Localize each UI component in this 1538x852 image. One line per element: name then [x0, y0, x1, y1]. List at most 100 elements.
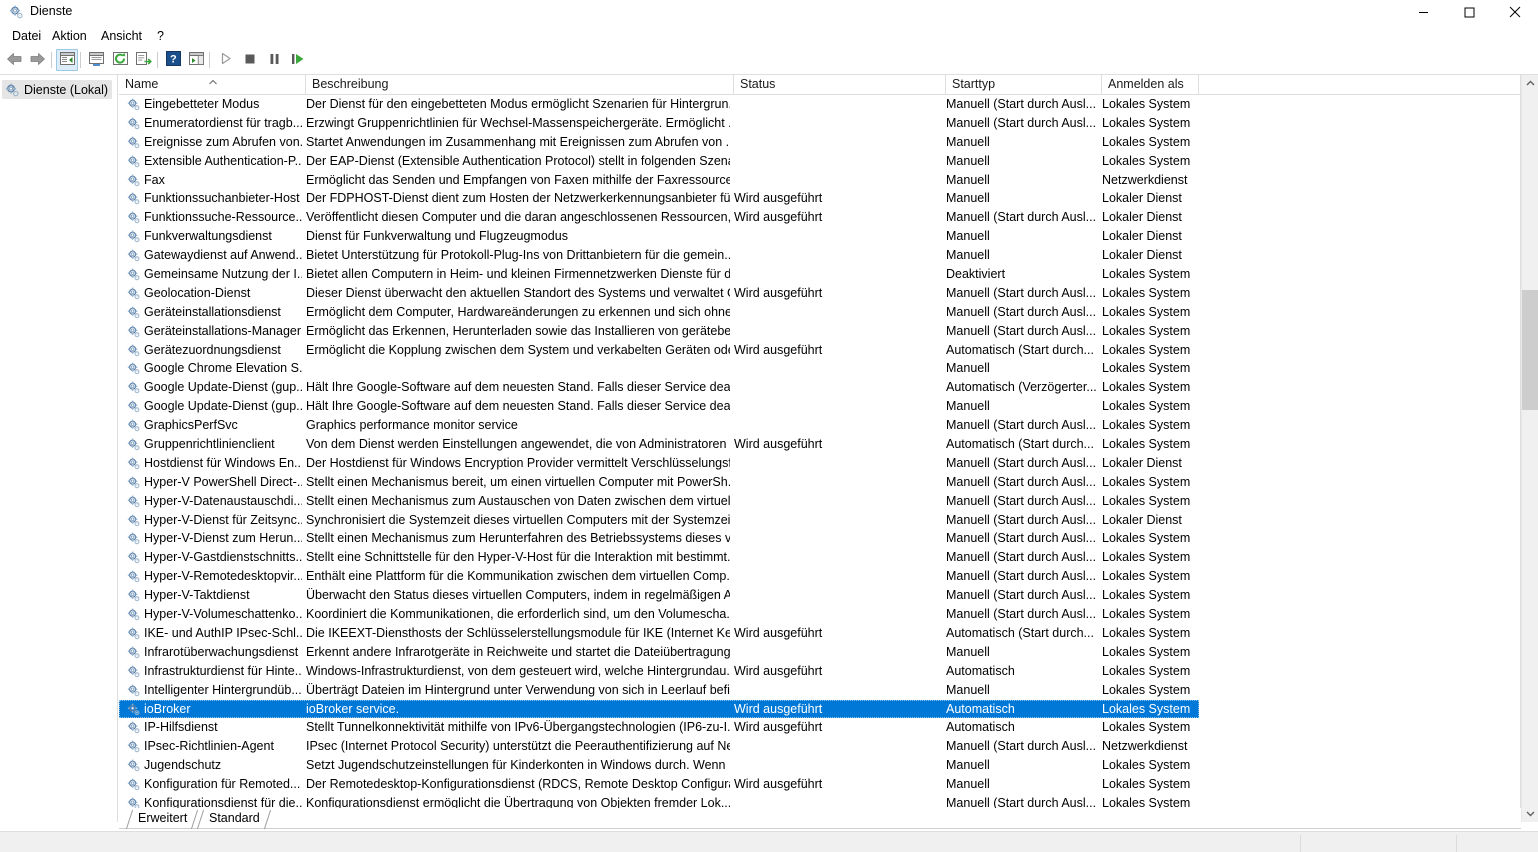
stop-service-button[interactable]: [239, 49, 261, 71]
table-row[interactable]: Hyper-V-Gastdienstschnitts... Stellt eine…: [119, 548, 1520, 567]
table-row[interactable]: Hyper-V-Volumeschattenko... Koordiniert d…: [119, 605, 1520, 624]
menu-help[interactable]: ?: [150, 27, 171, 46]
cell-service-name: Ereignisse zum Abrufen von...: [126, 133, 302, 152]
table-row[interactable]: Extensible Authentication-P... Der EAP-Di…: [119, 152, 1520, 171]
table-row[interactable]: Ereignisse zum Abrufen von... Startet Anw…: [119, 133, 1520, 152]
cell-description: Dienst für Funkverwaltung und Flugzeugmo…: [306, 229, 568, 244]
start-service-button[interactable]: [215, 49, 237, 71]
table-row[interactable]: Gatewaydienst auf Anwend... Bietet Unters…: [119, 246, 1520, 265]
scroll-down-button[interactable]: [1522, 805, 1538, 822]
cell-status: [734, 133, 942, 152]
cell-description: Die IKEEXT-Diensthosts der Schlüsselerst…: [306, 625, 730, 640]
table-row[interactable]: GraphicsPerfSvc Graphics performance moni…: [119, 416, 1520, 435]
cell-start-type: Manuell (Start durch Ausl...: [946, 304, 1097, 319]
menu-ansicht[interactable]: Ansicht: [94, 27, 149, 46]
table-row[interactable]: Konfiguration für Remoted... Der Remotede…: [119, 775, 1520, 794]
service-gear-icon: [126, 97, 141, 112]
table-row[interactable]: Google Update-Dienst (gup... Hält Ihre Go…: [119, 378, 1520, 397]
minimize-button[interactable]: [1400, 0, 1446, 24]
scrollbar-thumb[interactable]: [1522, 290, 1538, 410]
column-header-name[interactable]: Name: [119, 75, 306, 94]
cell-start-type: Manuell (Start durch Ausl...: [946, 97, 1097, 111]
service-gear-icon: [126, 550, 141, 565]
cell-status: [734, 378, 942, 397]
table-row[interactable]: Hyper-V-Dienst für Zeitsync... Synchronis…: [119, 511, 1520, 530]
table-row[interactable]: Enumeratordienst für tragb... Erzwingt Gr…: [119, 114, 1520, 133]
table-row[interactable]: Intelligenter Hintergrundüb... Überträgt …: [119, 681, 1520, 700]
refresh-button[interactable]: [109, 49, 131, 71]
menu-aktion[interactable]: Aktion: [45, 27, 94, 46]
cell-description: Stellt eine Schnittstelle für den Hyper-…: [306, 550, 730, 565]
table-row[interactable]: Funkverwaltungsdienst Dienst für Funkverw…: [119, 227, 1520, 246]
export-list-button[interactable]: [132, 49, 154, 71]
cell-logon-as: Lokales System: [1102, 588, 1191, 603]
table-row[interactable]: Hyper-V-Datenaustauschdi... Stellt einen …: [119, 492, 1520, 511]
table-row[interactable]: Gruppenrichtlinienclient Von dem Dienst w…: [119, 435, 1520, 454]
back-button[interactable]: [3, 49, 25, 71]
scroll-up-button[interactable]: [1522, 75, 1538, 92]
column-header-logon[interactable]: Anmelden als: [1102, 75, 1199, 94]
tree-item-dienste-lokal[interactable]: Dienste (Lokal): [2, 80, 113, 99]
table-row[interactable]: Geolocation-Dienst Dieser Dienst überwach…: [119, 284, 1520, 303]
table-row[interactable]: Hyper-V-Dienst zum Herun... Stellt einen …: [119, 529, 1520, 548]
table-row[interactable]: IPsec-Richtlinien-Agent IPsec (Internet P…: [119, 737, 1520, 756]
service-gear-icon: [126, 248, 141, 263]
table-row[interactable]: Jugendschutz Setzt Jugendschutzeinstellun…: [119, 756, 1520, 775]
table-row[interactable]: IKE- und AuthIP IPsec-Schl... Die IKEEXT-…: [119, 624, 1520, 643]
properties-window-icon: [88, 51, 105, 70]
cell-logon-as: Lokales System: [1102, 758, 1191, 773]
service-gear-icon: [126, 361, 141, 376]
column-header-description[interactable]: Beschreibung: [306, 75, 734, 94]
toolbar-separator: [209, 52, 210, 68]
table-row[interactable]: Google Chrome Elevation S... Manuell Lokal…: [119, 359, 1520, 378]
table-row[interactable]: Infrarotüberwachungsdienst Erkennt andere…: [119, 643, 1520, 662]
service-gear-icon: [126, 418, 141, 433]
sort-ascending-icon: [207, 76, 219, 88]
table-row[interactable]: Infrastrukturdienst für Hinte... Windows-…: [119, 662, 1520, 681]
cell-status: [734, 737, 942, 756]
help-button[interactable]: ?: [162, 49, 184, 71]
cell-start-type: Manuell (Start durch Ausl...: [946, 285, 1097, 300]
properties-button[interactable]: [85, 49, 107, 71]
show-hide-console-tree-button[interactable]: [56, 49, 78, 71]
table-row[interactable]: Hyper-V PowerShell Direct-... Stellt eine…: [119, 473, 1520, 492]
table-row[interactable]: Geräteinstallationsdienst Ermöglicht dem …: [119, 303, 1520, 322]
service-gear-icon: [126, 437, 141, 452]
cell-status: [734, 265, 942, 284]
cell-status: [734, 246, 942, 265]
cell-description: Ermöglicht die Kopplung zwischen dem Sys…: [306, 342, 730, 357]
restart-service-button[interactable]: [287, 49, 309, 71]
pause-service-button[interactable]: [263, 49, 285, 71]
table-row[interactable]: Gemeinsame Nutzung der I... Bietet allen …: [119, 265, 1520, 284]
table-row[interactable]: ioBroker ioBroker service. Wird ausgeführt…: [119, 699, 1520, 719]
column-header-starttype[interactable]: Starttyp: [946, 75, 1102, 94]
cell-description: Startet Anwendungen im Zusammenhang mit …: [306, 134, 730, 149]
table-row[interactable]: Funktionssuche-Ressource... Veröffentlich…: [119, 208, 1520, 227]
close-button[interactable]: [1492, 0, 1538, 24]
table-row[interactable]: Hyper-V-Remotedesktopvir... Enthält eine …: [119, 567, 1520, 586]
table-row[interactable]: Funktionssuchanbieter-Host Der FDPHOST-Di…: [119, 189, 1520, 208]
table-row[interactable]: Fax Ermöglicht das Senden und Empfangen v…: [119, 171, 1520, 190]
tab-erweitert[interactable]: Erweitert: [125, 809, 199, 829]
tab-standard[interactable]: Standard: [196, 809, 271, 829]
forward-button[interactable]: [26, 49, 48, 71]
cell-status: [734, 171, 942, 190]
menu-datei[interactable]: Datei: [5, 27, 48, 46]
table-row[interactable]: Geräteinstallations-Manager Ermöglicht da…: [119, 322, 1520, 341]
cell-service-name: Google Update-Dienst (gup...: [126, 397, 302, 416]
maximize-button[interactable]: [1446, 0, 1492, 24]
table-row[interactable]: Eingebetteter Modus Der Dienst für den ei…: [119, 95, 1520, 114]
show-action-pane-button[interactable]: [185, 49, 207, 71]
vertical-scrollbar[interactable]: [1521, 75, 1538, 822]
table-row[interactable]: IP-Hilfsdienst Stellt Tunnelkonnektivität…: [119, 718, 1520, 737]
table-row[interactable]: Hyper-V-Taktdienst Überwacht den Status d…: [119, 586, 1520, 605]
column-header-status[interactable]: Status: [734, 75, 946, 94]
cell-status: [734, 548, 942, 567]
cell-status: [734, 492, 942, 511]
table-row[interactable]: Google Update-Dienst (gup... Hält Ihre Go…: [119, 397, 1520, 416]
table-row[interactable]: Hostdienst für Windows En... Der Hostdien…: [119, 454, 1520, 473]
cell-service-name: IP-Hilfsdienst: [126, 718, 302, 737]
export-list-icon: [135, 51, 152, 70]
cell-description: IPsec (Internet Protocol Security) unter…: [306, 739, 730, 754]
table-row[interactable]: Gerätezuordnungsdienst Ermöglicht die Kop…: [119, 341, 1520, 360]
